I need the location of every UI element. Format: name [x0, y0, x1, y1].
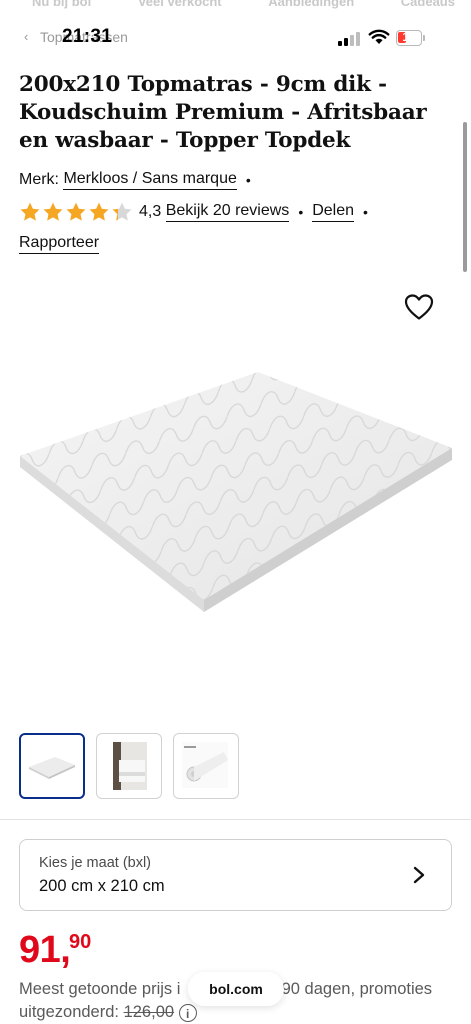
- thumbnail-3[interactable]: [173, 733, 239, 799]
- info-icon[interactable]: i: [178, 1003, 197, 1022]
- star-icon: [89, 202, 109, 221]
- separator-dot: •: [363, 204, 368, 220]
- size-selector-label: Kies je maat (bxl): [39, 855, 152, 871]
- thumbnail-1[interactable]: [19, 733, 85, 799]
- rating-value: 4,3: [139, 203, 162, 220]
- disclaimer-text-a: Meest getoonde prijs i: [19, 980, 181, 998]
- top-category-nav: Nu bij bol Veel verkocht Aanbiedingen Ca…: [0, 0, 471, 12]
- battery-level: 10: [402, 30, 416, 44]
- cellular-signal-icon: [338, 32, 360, 46]
- scrollbar[interactable]: [463, 122, 467, 272]
- browser-url-pill[interactable]: bol.com: [188, 972, 284, 1006]
- heart-icon[interactable]: [404, 293, 434, 321]
- product-image[interactable]: [18, 368, 454, 614]
- thumbnail-folded-topper-image: [113, 742, 147, 790]
- brand-label: Merk:: [19, 171, 59, 188]
- wifi-icon: [368, 29, 390, 44]
- star-icon: [66, 202, 86, 221]
- status-time: 21:31: [62, 26, 113, 47]
- price-cents: 90: [69, 931, 92, 953]
- star-half-icon: [112, 202, 132, 221]
- star-rating: [19, 201, 133, 223]
- disclaimer-text-c: uitgezonderd:: [19, 1003, 124, 1021]
- nav-item-cadeaus[interactable]: Cadeaus: [401, 0, 455, 12]
- star-icon: [43, 202, 63, 221]
- separator-dot: •: [245, 172, 251, 188]
- nav-item-veel-verkocht[interactable]: Veel verkocht: [138, 0, 222, 12]
- thumbnail-mattress-image: [29, 757, 75, 779]
- report-row: Rapporteer: [19, 234, 100, 254]
- reviews-link[interactable]: Bekijk 20 reviews: [165, 202, 290, 222]
- brand-link[interactable]: Merkloos / Sans marque: [63, 170, 237, 190]
- size-selector-value: 200 cm x 210 cm: [39, 877, 165, 895]
- separator-dot: •: [298, 204, 304, 220]
- thumbnail-rolled-topper-image: [182, 742, 228, 788]
- brand-row: Merk: Merkloos / Sans marque •: [19, 170, 260, 190]
- nav-item-nu-bij-bol[interactable]: Nu bij bol: [32, 0, 91, 12]
- share-link[interactable]: Delen: [312, 202, 355, 222]
- old-price: 126,00: [123, 1003, 175, 1021]
- star-icon: [20, 202, 40, 221]
- chevron-right-icon: [413, 866, 425, 884]
- back-chevron-icon[interactable]: ‹: [24, 29, 28, 44]
- report-link[interactable]: Rapporteer: [19, 234, 100, 254]
- price-euros: 91,: [19, 929, 71, 971]
- section-divider: [0, 819, 471, 820]
- size-selector[interactable]: Kies je maat (bxl) 200 cm x 210 cm: [19, 839, 452, 911]
- rating-row: 4,3 Bekijk 20 reviews • Delen •: [19, 201, 377, 223]
- battery-icon: 10: [396, 30, 422, 46]
- thumbnail-2[interactable]: [96, 733, 162, 799]
- disclaimer-text-b: 90 dagen, promoties: [281, 980, 433, 998]
- nav-item-aanbiedingen[interactable]: Aanbiedingen: [268, 0, 354, 12]
- product-title: 200x210 Topmatras - 9cm dik - Koudschuim…: [19, 72, 427, 153]
